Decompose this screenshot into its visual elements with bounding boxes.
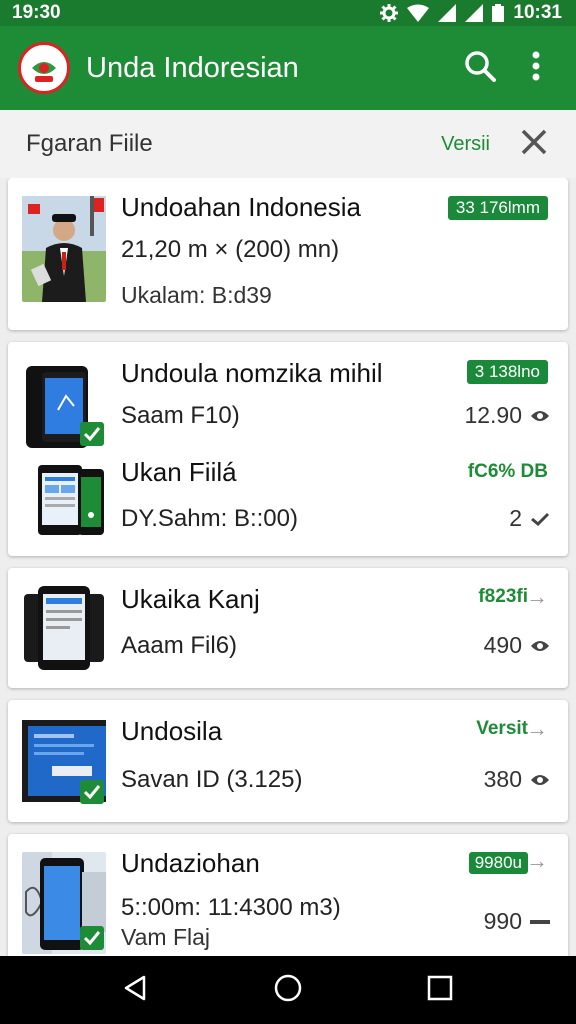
entry-thumbnail (22, 582, 106, 674)
status-time: 19:30 (12, 2, 61, 23)
entry-thumbnail (36, 461, 106, 539)
recents-button[interactable] (410, 960, 470, 1020)
entry-thumbnail (22, 716, 106, 808)
arrow-right-icon[interactable]: → (526, 716, 548, 742)
signal-icon (438, 4, 457, 22)
entry-size: 990 (483, 908, 522, 934)
entry-meta: 380 (484, 766, 550, 793)
entry-2: Ukan Fiilá DY.Sahm: B::00) fC6% DB 2 (8, 447, 568, 556)
list-item[interactable]: Ukaika Kanj Aaam Fil6) f823fi → 490 (8, 568, 568, 688)
list-item[interactable]: Undaziohan 5::00m: 11:4300 m3) Vam Flaj … (8, 834, 568, 956)
file-list: Undoahan Indonesia 21,20 m × (200) mn) U… (0, 178, 576, 956)
arrow-right-icon[interactable]: → (526, 848, 548, 874)
entry-1: Undoula nomzika mihil Saam F10) 3 138lno… (8, 342, 568, 450)
recents-icon (427, 975, 453, 1006)
entry-thumbnail (22, 196, 106, 302)
entry-3: Ukaika Kanj Aaam Fil6) f823fi → 490 (8, 568, 568, 688)
subheader-title: Fgaran Fiile (26, 130, 153, 157)
entry-tag: Versit (476, 718, 528, 739)
subheader: Fgaran Fiile Versii (0, 110, 576, 178)
signal-icon-2 (465, 4, 484, 22)
entry-name: Undaziohan (121, 848, 260, 878)
app-logo (18, 42, 70, 94)
entry-subdetail: Vam Flaj (121, 924, 211, 950)
more-vert-icon (531, 51, 541, 86)
app-bar: Unda Indoresian (0, 26, 576, 110)
list-item[interactable]: Undoahan Indonesia 21,20 m × (200) mn) U… (8, 178, 568, 330)
entry-badge: 33 176lmm (447, 196, 548, 220)
back-icon (122, 974, 150, 1007)
close-button[interactable] (518, 128, 550, 160)
check-icon[interactable] (530, 512, 550, 526)
view-icon[interactable] (530, 773, 550, 787)
entry-name: Ukaika Kanj (121, 584, 260, 614)
version-link[interactable]: Versii (441, 133, 490, 156)
app-title: Unda Indoresian (86, 51, 299, 84)
view-icon[interactable] (530, 409, 550, 423)
entry-4: Undosila Savan ID (3.125) Versit → 380 (8, 700, 568, 822)
entry-thumbnail (22, 852, 106, 954)
entry-name: Undosila (121, 716, 223, 746)
entry-name: Ukan Fiilá (121, 457, 237, 487)
entry-name: Undoula nomzika mihil (121, 358, 383, 388)
view-icon[interactable] (530, 639, 550, 653)
entry-detail: 21,20 m × (200) mn) (121, 236, 340, 263)
settings-icon (380, 4, 399, 22)
status-clock: 10:31 (513, 2, 562, 23)
entry-subdetail: Ukalam: B:d39 (121, 282, 272, 308)
entry-tag: fC6% DB (467, 461, 548, 482)
home-button[interactable] (258, 960, 318, 1020)
wifi-icon (407, 4, 430, 22)
entry-5: Undaziohan 5::00m: 11:4300 m3) Vam Flaj … (8, 834, 568, 956)
navigation-bar (0, 956, 576, 1024)
list-item[interactable]: Undoula nomzika mihil Saam F10) 3 138lno… (8, 342, 568, 556)
entry-detail: Saam F10) (121, 402, 240, 429)
entry-detail: Savan ID (3.125) (121, 766, 303, 793)
entry-size: 12.90 (464, 402, 522, 428)
battery-icon (492, 4, 505, 22)
entry-meta: 12.90 (464, 402, 550, 429)
entry-tag: f823fi (478, 586, 528, 607)
entry-name: Undoahan Indonesia (121, 192, 361, 222)
entry-detail: Aaam Fil6) (121, 632, 238, 659)
status-icons: 10:31 (380, 2, 562, 24)
entry-size: 490 (483, 632, 522, 658)
entry-detail: 5::00m: 11:4300 m3) (121, 894, 341, 921)
entry-badge: 3 138lno (466, 360, 548, 384)
entry-0: Undoahan Indonesia 21,20 m × (200) mn) U… (8, 178, 568, 330)
arrow-right-icon[interactable]: → (526, 584, 548, 610)
entry-badge: 9980u (468, 852, 528, 874)
search-icon (464, 50, 496, 87)
entry-meta: 990 (484, 908, 550, 935)
entry-meta: 490 (484, 632, 550, 659)
list-item[interactable]: Undosila Savan ID (3.125) Versit → 380 (8, 700, 568, 822)
more-options-button[interactable] (514, 46, 558, 90)
entry-count: 2 (509, 505, 522, 531)
minus-icon[interactable] (530, 919, 550, 925)
entry-thumbnail (22, 362, 106, 450)
close-icon (521, 129, 547, 160)
status-bar: 19:30 10:31 (0, 0, 576, 26)
back-button[interactable] (106, 960, 166, 1020)
entry-size: 380 (483, 766, 522, 792)
entry-detail: DY.Sahm: B::00) (121, 505, 298, 532)
entry-meta: 2 (509, 505, 550, 532)
search-button[interactable] (458, 46, 502, 90)
home-icon (274, 974, 302, 1007)
